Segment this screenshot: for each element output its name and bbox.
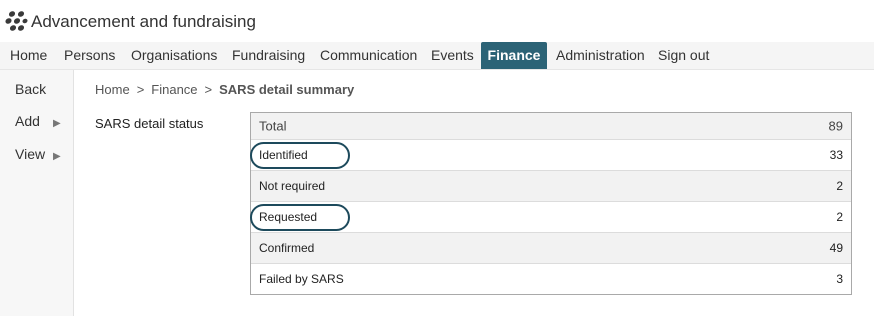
nav-administration[interactable]: Administration [556, 42, 645, 69]
sidebar-item-view[interactable]: View [15, 146, 45, 162]
nav-organisations[interactable]: Organisations [131, 42, 217, 69]
breadcrumb-separator: > [136, 82, 145, 97]
row-value: 89 [828, 118, 843, 134]
nav-communication[interactable]: Communication [320, 42, 417, 69]
table-row-identified: Identified 33 [250, 139, 851, 170]
row-value: 2 [836, 210, 843, 224]
row-value: 2 [836, 179, 843, 193]
row-label: Total [259, 118, 287, 134]
row-label[interactable]: Identified [259, 148, 308, 162]
table-row-total: Total 89 [251, 113, 851, 139]
table-row-not-required: Not required 2 [251, 170, 851, 201]
main-nav: Home Persons Organisations Fundraising C… [0, 42, 874, 70]
sars-summary-table: Total 89 Identified 33 Not required 2 Re… [250, 112, 852, 295]
nav-sign-out[interactable]: Sign out [658, 42, 709, 69]
sidebar-item-back[interactable]: Back [15, 81, 46, 97]
expand-arrow-icon[interactable]: ▶ [53, 118, 61, 129]
breadcrumb-home[interactable]: Home [95, 82, 130, 97]
breadcrumb-current: SARS detail summary [219, 82, 355, 97]
nav-home[interactable]: Home [10, 42, 47, 69]
row-label[interactable]: Confirmed [259, 241, 314, 255]
row-value: 49 [829, 241, 843, 255]
row-label[interactable]: Requested [259, 210, 317, 224]
sidebar: Back Add ▶ View ▶ [0, 70, 74, 316]
nav-fundraising[interactable]: Fundraising [232, 42, 305, 69]
nav-events[interactable]: Events [431, 42, 474, 69]
app-title: Advancement and fundraising [31, 12, 256, 31]
breadcrumb-finance[interactable]: Finance [151, 82, 197, 97]
row-value: 3 [836, 272, 843, 286]
nav-persons[interactable]: Persons [64, 42, 115, 69]
nav-finance[interactable]: Finance [481, 42, 547, 69]
sars-status-label: SARS detail status [95, 116, 204, 131]
breadcrumb: Home > Finance > SARS detail summary [95, 82, 354, 97]
breadcrumb-separator: > [204, 82, 213, 97]
row-value: 33 [829, 148, 843, 162]
row-label[interactable]: Failed by SARS [259, 272, 344, 286]
paw-print-icon [5, 11, 28, 31]
table-row-confirmed: Confirmed 49 [251, 232, 851, 263]
expand-arrow-icon[interactable]: ▶ [53, 151, 61, 162]
row-label[interactable]: Not required [259, 179, 325, 193]
table-row-requested: Requested 2 [250, 201, 851, 232]
sidebar-item-add[interactable]: Add [15, 113, 40, 129]
table-row-failed-by-sars: Failed by SARS 3 [251, 263, 851, 294]
title-bar: Advancement and fundraising [0, 0, 874, 42]
